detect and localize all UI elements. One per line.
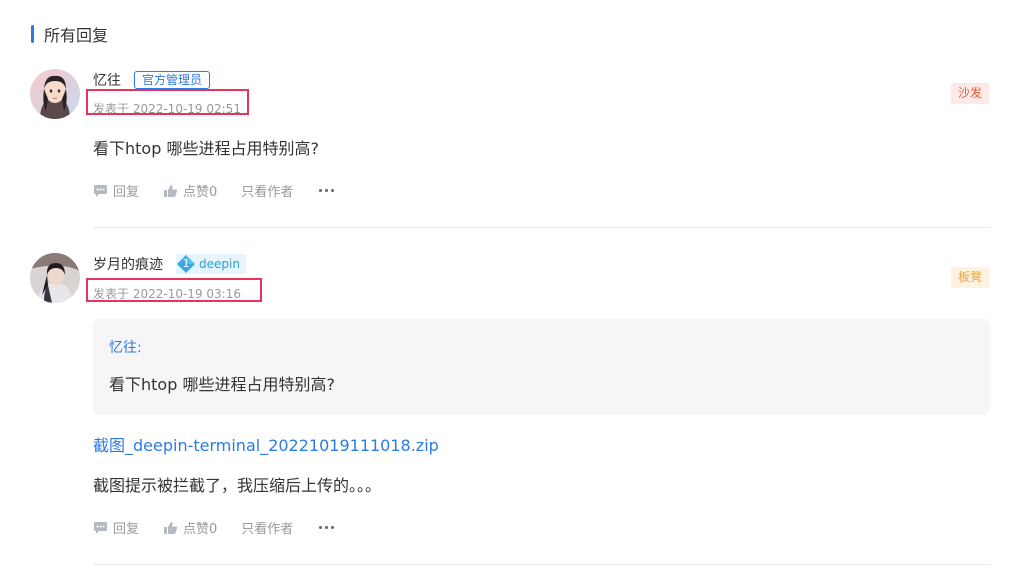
level-diamond-icon: 1 [176,254,196,274]
level-number: 1 [182,257,190,270]
comment-icon [93,184,108,198]
floor-badge: 板凳 [951,267,990,288]
reply-label: 回复 [113,522,140,537]
author-only-button[interactable]: 只看作者 [241,181,293,200]
level-label: deepin [199,257,240,271]
comment-icon [93,521,108,535]
avatar[interactable] [30,253,80,303]
reply-label: 回复 [113,185,140,200]
reply-button[interactable]: 回复 [93,518,139,537]
attachment-link[interactable]: 截图_deepin-terminal_20221019111018.zip [93,432,439,456]
reply-content: 看下htop 哪些进程占用特别高? [93,139,319,158]
quote-block: 忆往: 看下htop 哪些进程占用特别高? [93,319,990,415]
avatar[interactable] [30,69,80,119]
avatar-image-icon [30,253,80,303]
like-label: 点赞0 [183,185,218,200]
section-header: 所有回复 [31,22,108,46]
reply-actions: 回复 点赞0 只看作者 [93,518,336,537]
like-label: 点赞0 [183,522,218,537]
level-badge: 1 deepin [176,254,246,274]
reply-content: 截图提示被拦截了，我压缩后上传的。。。 [93,476,382,495]
more-icon[interactable] [317,189,336,192]
like-button[interactable]: 点赞0 [163,518,217,537]
section-title: 所有回复 [44,26,109,45]
thumbs-up-icon [163,184,178,198]
highlight-box [86,278,262,302]
reply-actions: 回复 点赞0 只看作者 [93,181,336,200]
author-only-button[interactable]: 只看作者 [241,518,293,537]
section-accent-bar [31,25,34,43]
highlight-box [86,89,249,115]
quote-text: 看下htop 哪些进程占用特别高? [109,375,335,394]
author-only-label: 只看作者 [241,522,294,537]
username[interactable]: 岁月的痕迹 [93,254,163,274]
reply-button[interactable]: 回复 [93,181,139,200]
thumbs-up-icon [163,521,178,535]
quote-author[interactable]: 忆往: [109,337,142,357]
more-icon[interactable] [317,526,336,529]
like-button[interactable]: 点赞0 [163,181,217,200]
author-only-label: 只看作者 [241,185,294,200]
replies-page: 所有回复 忆往 官方管理员 发表于 2022-10-19 02:51 沙发 看下… [0,0,1017,583]
floor-badge: 沙发 [951,83,990,104]
author-row: 岁月的痕迹 1 deepin [93,254,246,274]
avatar-image-icon [30,69,80,119]
author-row: 忆往 官方管理员 [93,70,211,90]
username[interactable]: 忆往 [93,70,121,90]
divider [93,564,990,565]
admin-badge: 官方管理员 [134,71,211,89]
divider [93,227,990,228]
